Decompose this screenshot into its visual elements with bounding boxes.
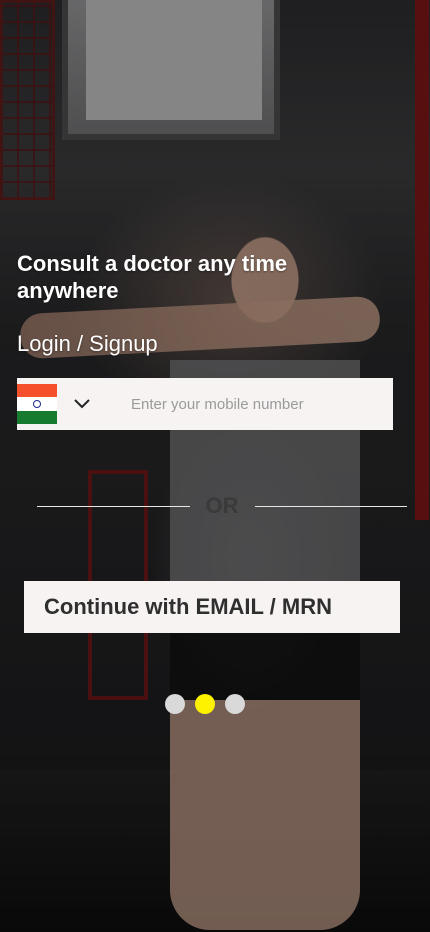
divider-line-right [254, 505, 407, 507]
chevron-down-icon [74, 399, 90, 409]
headline: Consult a doctor any time anywhere [17, 251, 288, 303]
carousel-dot-2[interactable] [195, 694, 215, 714]
flag-saffron-band [17, 384, 57, 398]
or-label: OR [205, 493, 239, 518]
flag-green-band [17, 410, 57, 424]
country-code-chevron-down-icon[interactable] [69, 394, 95, 414]
india-flag-icon[interactable] [17, 384, 57, 424]
carousel-dot-1[interactable] [165, 694, 185, 714]
mobile-number-field [17, 377, 393, 431]
login-screen: Consult a doctor any time anywhere Login… [0, 0, 430, 932]
ashoka-chakra-icon [33, 399, 41, 408]
mobile-number-input[interactable] [129, 377, 393, 431]
carousel-dot-3[interactable] [225, 694, 245, 714]
divider-line-left [37, 505, 190, 507]
or-divider: OR [37, 490, 407, 522]
flag-white-band [17, 397, 57, 411]
login-signup-title: Login / Signup [17, 331, 158, 356]
continue-with-email-button[interactable]: Continue with EMAIL / MRN [24, 581, 400, 633]
carousel-indicator [165, 694, 245, 714]
